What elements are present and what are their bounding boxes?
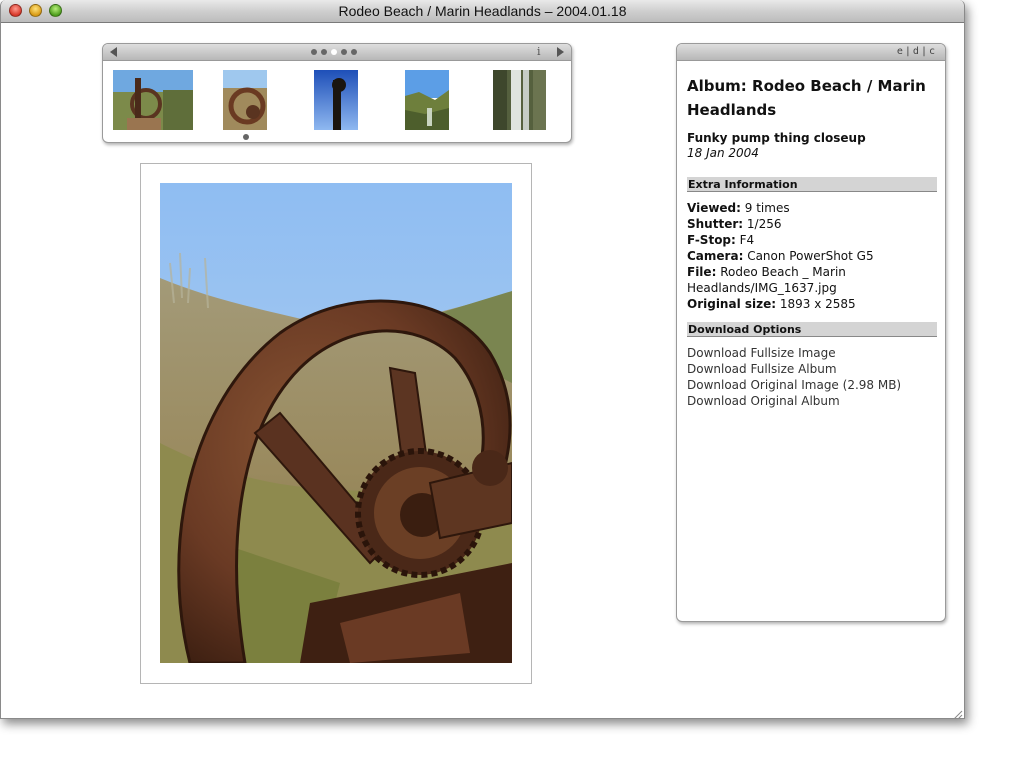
extra-info-heading: Extra Information (687, 177, 937, 192)
field-shutter: Shutter: 1/256 (687, 216, 939, 232)
field-value: Canon PowerShot G5 (747, 249, 874, 263)
field-camera: Camera: Canon PowerShot G5 (687, 248, 939, 264)
download-options-heading: Download Options (687, 322, 937, 337)
info-button[interactable]: i (537, 45, 541, 58)
page-dot-1[interactable] (311, 49, 317, 55)
window-title: Rodeo Beach / Marin Headlands – 2004.01.… (338, 3, 627, 19)
download-original-image-link[interactable]: Download Original Image (2.98 MB) (687, 377, 901, 393)
resize-grip-icon[interactable] (951, 705, 963, 718)
field-label: Viewed: (687, 201, 741, 215)
thumbnail-4[interactable] (405, 70, 449, 130)
field-label: Original size: (687, 297, 777, 311)
field-fstop: F-Stop: F4 (687, 232, 939, 248)
field-value: F4 (739, 233, 755, 247)
page-dot-4[interactable] (341, 49, 347, 55)
field-value: 9 times (744, 201, 790, 215)
title-bar[interactable]: Rodeo Beach / Marin Headlands – 2004.01.… (1, 0, 964, 23)
thumbnail-3[interactable] (314, 70, 358, 130)
filmstrip-toolbar: i (103, 44, 571, 61)
field-value: 1/256 (746, 217, 782, 231)
photo-title: Funky pump thing closeup (687, 131, 866, 145)
thumbnail-1[interactable] (113, 70, 193, 130)
field-label: F-Stop: (687, 233, 736, 247)
main-photo[interactable] (160, 183, 512, 663)
info-panel: e|d|c Album: Rodeo Beach / Marin Headlan… (676, 43, 946, 622)
field-original-size: Original size: 1893 x 2585 (687, 296, 939, 312)
thumbnail-filmstrip: i (102, 43, 572, 143)
field-value: 1893 x 2585 (779, 297, 856, 311)
download-fullsize-image-link[interactable]: Download Fullsize Image (687, 345, 836, 361)
field-label: Shutter: (687, 217, 744, 231)
app-window: Rodeo Beach / Marin Headlands – 2004.01.… (0, 0, 965, 719)
thumbnail-5[interactable] (493, 70, 546, 130)
download-fullsize-album-link[interactable]: Download Fullsize Album (687, 361, 837, 377)
thumbnail-2[interactable] (223, 70, 267, 130)
selected-thumbnail-indicator (243, 134, 249, 140)
next-arrow-icon[interactable] (557, 47, 564, 57)
previous-arrow-icon[interactable] (110, 47, 117, 57)
album-title: Album: Rodeo Beach / Marin Headlands (687, 77, 926, 119)
filmstrip-page-indicator (311, 49, 357, 55)
info-panel-toolbar: e|d|c (677, 44, 945, 61)
field-label: File: (687, 265, 717, 279)
field-label: Camera: (687, 249, 744, 263)
photo-frame (140, 163, 532, 684)
info-panel-controls[interactable]: e|d|c (897, 46, 937, 57)
page-dot-2[interactable] (321, 49, 327, 55)
download-original-album-link[interactable]: Download Original Album (687, 393, 840, 409)
photo-date: 18 Jan 2004 (687, 146, 759, 160)
page-dot-3[interactable] (331, 49, 337, 55)
page-dot-5[interactable] (351, 49, 357, 55)
field-file: File: Rodeo Beach _ Marin Headlands/IMG_… (687, 264, 939, 296)
field-viewed: Viewed: 9 times (687, 200, 939, 216)
